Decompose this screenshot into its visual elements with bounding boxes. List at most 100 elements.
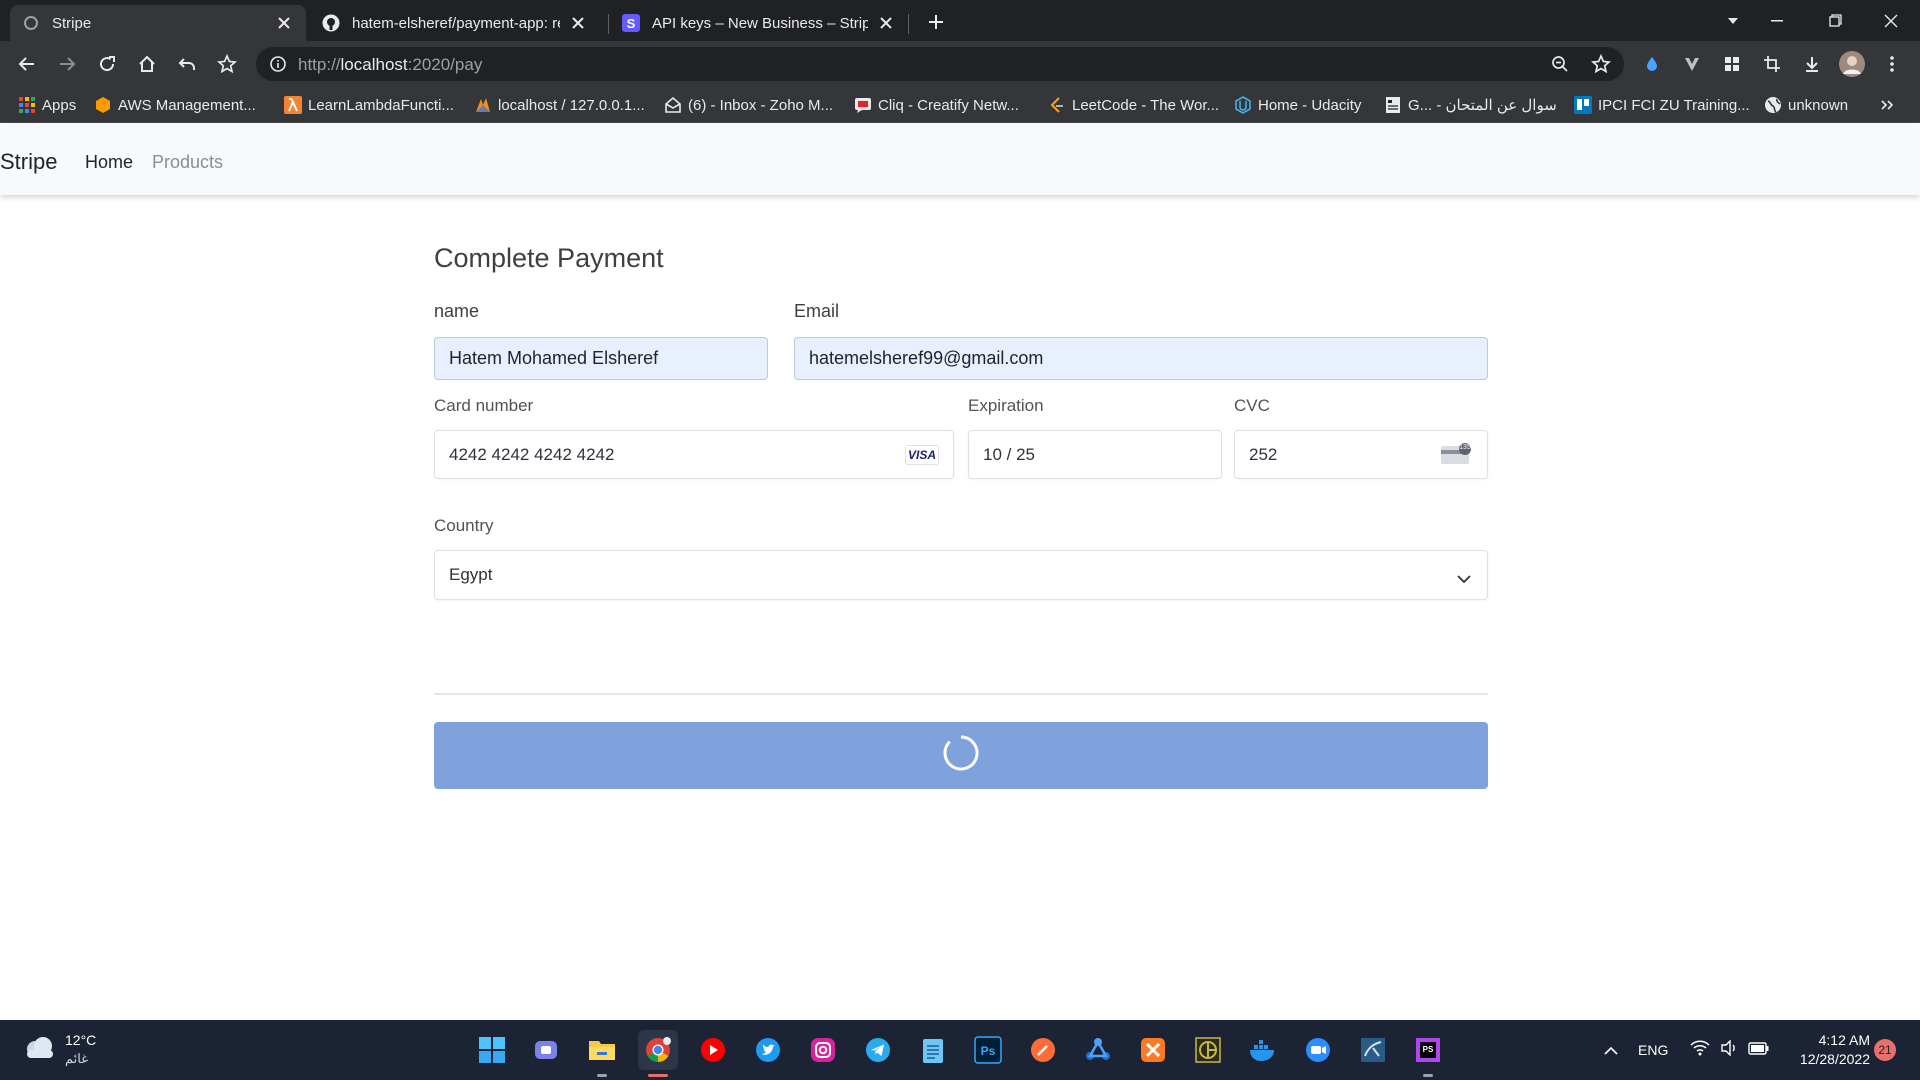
cvc-value: 252: [1249, 444, 1278, 464]
close-tab-icon[interactable]: [876, 13, 896, 33]
clock-date[interactable]: 12/28/2022: [1780, 1051, 1870, 1067]
battery-charging-icon[interactable]: [1748, 1040, 1770, 1061]
undo-icon[interactable]: [171, 48, 203, 80]
reload-button[interactable]: [91, 48, 123, 80]
extension-v-icon[interactable]: [1676, 48, 1708, 80]
extension-drop-icon[interactable]: [1636, 48, 1668, 80]
bookmark-udacity[interactable]: Home - Udacity: [1234, 93, 1361, 117]
file-explorer-icon[interactable]: [582, 1030, 622, 1070]
url-path: :2020/pay: [407, 55, 483, 74]
zoom-app-icon[interactable]: [1298, 1030, 1338, 1070]
notepad-icon[interactable]: [913, 1030, 953, 1070]
close-tab-icon[interactable]: [568, 13, 588, 33]
docker-icon[interactable]: [1243, 1030, 1283, 1070]
bookmark-leetcode[interactable]: LeetCode - The Wor...: [1048, 93, 1219, 117]
more-bookmarks-icon[interactable]: [1880, 93, 1894, 117]
brand-link[interactable]: Stripe: [0, 149, 57, 175]
xampp-icon[interactable]: [1133, 1030, 1173, 1070]
page-title: Complete Payment: [434, 243, 664, 273]
bookmark-star-icon[interactable]: [211, 48, 243, 80]
bookmark-aws[interactable]: AWS Management...: [94, 93, 256, 117]
card-number-input[interactable]: 4242 4242 4242 4242 VISA: [434, 430, 954, 479]
bookmark-lambda[interactable]: LearnLambdaFuncti...: [284, 93, 454, 117]
instagram-icon[interactable]: [803, 1030, 843, 1070]
url-host: localhost: [340, 55, 408, 74]
teams-icon[interactable]: [527, 1030, 567, 1070]
youtube-icon[interactable]: [693, 1030, 733, 1070]
browser-tab-strip: Stripe hatem-elsheref/payment-app: re S …: [0, 0, 1920, 41]
bookmark-page-star-icon[interactable]: [1590, 53, 1612, 79]
minimize-button[interactable]: [1748, 0, 1806, 41]
site-info-icon[interactable]: [269, 55, 287, 78]
postman-icon[interactable]: [1023, 1030, 1063, 1070]
zoom-icon[interactable]: [1551, 55, 1569, 78]
bookmark-label: unknown: [1788, 96, 1849, 114]
cvc-input[interactable]: 252 135: [1234, 430, 1488, 479]
forward-button[interactable]: [51, 48, 83, 80]
speaker-icon[interactable]: [1720, 1039, 1738, 1061]
weather-temp[interactable]: 12°C: [65, 1032, 96, 1048]
restore-button[interactable]: [1806, 0, 1864, 41]
name-label: name: [434, 301, 480, 321]
language-indicator[interactable]: ENG: [1638, 1042, 1668, 1058]
tab-title: Stripe: [52, 14, 92, 32]
bookmark-apps[interactable]: Apps: [18, 93, 76, 117]
app-running-indicator: [597, 1074, 607, 1077]
crop-icon[interactable]: [1756, 48, 1788, 80]
browser-toolbar: http://localhost:2020/pay: [0, 41, 1920, 87]
nav-home-link[interactable]: Home: [85, 152, 133, 173]
close-window-button[interactable]: [1862, 0, 1920, 41]
name-input[interactable]: Hatem Mohamed Elsheref: [434, 337, 768, 380]
bookmark-cliq[interactable]: Cliq - Creatify Netw...: [854, 93, 1019, 117]
close-tab-icon[interactable]: [274, 13, 294, 33]
twitter-icon[interactable]: [748, 1030, 788, 1070]
chevron-down-icon: [1457, 569, 1471, 589]
cvc-label: CVC: [1234, 396, 1270, 415]
email-label: Email: [794, 301, 840, 321]
back-button[interactable]: [11, 48, 43, 80]
bookmark-localhost[interactable]: localhost / 127.0.0.1...: [474, 93, 645, 117]
url-text: http://localhost:2020/pay: [298, 55, 482, 75]
profile-avatar[interactable]: [1836, 48, 1868, 80]
cvc-card-icon: 135: [1441, 443, 1473, 465]
photoshop-icon[interactable]: Ps: [968, 1030, 1008, 1070]
email-input[interactable]: hatemelsheref99@gmail.com: [794, 337, 1488, 380]
bookmark-exam-question[interactable]: G... - سوال عن المتحان: [1384, 93, 1557, 117]
tab-github[interactable]: hatem-elsheref/payment-app: re: [310, 5, 600, 41]
app-running-indicator: [1423, 1074, 1433, 1077]
mysql-workbench-icon[interactable]: [1353, 1030, 1393, 1070]
clock-time[interactable]: 4:12 AM: [1780, 1032, 1870, 1048]
chrome-icon[interactable]: [638, 1030, 678, 1070]
tab-stripe[interactable]: Stripe: [10, 5, 306, 41]
nav-products-link[interactable]: Products: [152, 152, 223, 173]
home-icon[interactable]: [131, 48, 163, 80]
tab-stripe-api-keys[interactable]: S API keys – New Business – Stripe: [610, 5, 908, 41]
loading-favicon-icon: [22, 14, 40, 32]
wifi-icon[interactable]: [1690, 1040, 1710, 1061]
expiration-input[interactable]: 10 / 25: [968, 430, 1222, 479]
svg-text:Ps: Ps: [981, 1044, 996, 1058]
address-bar[interactable]: http://localhost:2020/pay: [256, 47, 1624, 81]
bookmark-ipci-training[interactable]: IPCI FCI ZU Training...: [1574, 93, 1750, 117]
new-tab-button[interactable]: [922, 8, 950, 36]
notification-badge[interactable]: 21: [1874, 1039, 1896, 1061]
chevron-up-icon[interactable]: [1604, 1042, 1618, 1060]
country-select[interactable]: Egypt: [434, 550, 1488, 600]
phpmyadmin-icon: [474, 96, 492, 114]
download-icon[interactable]: [1796, 48, 1828, 80]
telegram-icon[interactable]: [858, 1030, 898, 1070]
network-icon[interactable]: [1078, 1030, 1118, 1070]
eclipse-icon[interactable]: [1188, 1030, 1228, 1070]
start-icon[interactable]: [472, 1030, 512, 1070]
bookmark-zoho-inbox[interactable]: (6) - Inbox - Zoho M...: [664, 93, 833, 117]
cliq-icon: [854, 96, 872, 114]
browser-menu-icon[interactable]: [1876, 48, 1908, 80]
bookmark-unknown[interactable]: unknown: [1764, 93, 1848, 117]
pay-button[interactable]: [434, 722, 1488, 789]
weather-desc: غائم: [65, 1051, 89, 1066]
stripe-s-icon: S: [622, 14, 640, 32]
extensions-grid-icon[interactable]: [1716, 48, 1748, 80]
trello-icon: [1574, 96, 1592, 114]
phpstorm-icon[interactable]: PS: [1408, 1030, 1448, 1070]
cloudy-weather-icon[interactable]: [22, 1034, 56, 1067]
